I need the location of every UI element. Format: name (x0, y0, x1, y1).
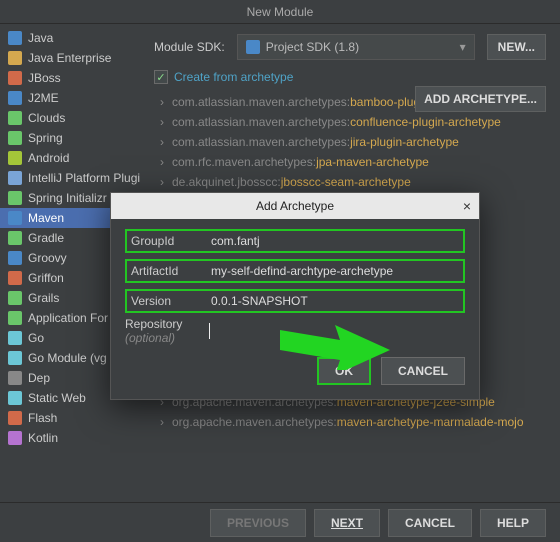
module-type-icon (8, 231, 22, 245)
sidebar-item-kotlin[interactable]: Kotlin (0, 428, 140, 448)
sidebar-item-label: Go Module (vg (28, 351, 107, 365)
archetype-row[interactable]: com.atlassian.maven.archetypes:confluenc… (154, 112, 546, 132)
module-type-icon (8, 291, 22, 305)
sidebar-item-android[interactable]: Android (0, 148, 140, 168)
artifactid-value: my-self-defind-archtype-archetype (211, 264, 459, 278)
archetype-row[interactable]: com.atlassian.maven.archetypes:jira-plug… (154, 132, 546, 152)
sidebar-item-label: Android (28, 151, 69, 165)
close-icon[interactable]: × (463, 198, 471, 214)
sdk-value: Project SDK (1.8) (266, 40, 359, 54)
sidebar-item-intellij-platform-plugin[interactable]: IntelliJ Platform Plugin (0, 168, 140, 188)
help-button[interactable]: HELP (480, 509, 546, 537)
chevron-down-icon: ▾ (460, 40, 466, 54)
sdk-label: Module SDK: (154, 40, 225, 54)
module-type-icon (8, 271, 22, 285)
sidebar-item-label: Spring (28, 131, 63, 145)
dialog-title: Add Archetype (256, 199, 334, 213)
sidebar-item-label: Java Enterprise (28, 51, 111, 65)
repository-field[interactable]: Repository (optional) (125, 319, 465, 343)
create-from-archetype-checkbox[interactable]: ✓ (154, 70, 168, 84)
sidebar-item-label: Maven (28, 211, 64, 225)
sidebar-item-label: Static Web (28, 391, 86, 405)
sidebar-item-jboss[interactable]: JBoss (0, 68, 140, 88)
sidebar-item-java-enterprise[interactable]: Java Enterprise (0, 48, 140, 68)
add-archetype-dialog: Add Archetype × GroupId com.fantj Artifa… (110, 192, 480, 400)
module-type-icon (8, 211, 22, 225)
version-label: Version (131, 294, 211, 308)
module-type-icon (8, 131, 22, 145)
artifactid-label: ArtifactId (131, 264, 211, 278)
archetype-row[interactable]: com.rfc.maven.archetypes:jpa-maven-arche… (154, 152, 546, 172)
dialog-cancel-button[interactable]: CANCEL (381, 357, 465, 385)
checkbox-label: Create from archetype (174, 70, 293, 84)
sidebar-item-label: Gradle (28, 231, 64, 245)
archetype-row[interactable]: org.apache.maven.archetypes:maven-archet… (154, 412, 546, 432)
sidebar-item-java[interactable]: Java (0, 28, 140, 48)
window-title: New Module (0, 0, 560, 24)
version-value: 0.0.1-SNAPSHOT (211, 294, 459, 308)
groupid-label: GroupId (131, 234, 211, 248)
module-type-icon (8, 191, 22, 205)
checkbox-row: ✓ Create from archetype (154, 70, 546, 84)
ok-button[interactable]: OK (317, 357, 371, 385)
archetype-row[interactable]: de.akquinet.jbosscc:jbosscc-seam-archety… (154, 172, 546, 192)
module-type-icon (8, 411, 22, 425)
repository-value (205, 323, 465, 339)
sidebar-item-label: Dep (28, 371, 50, 385)
sidebar-item-label: Grails (28, 291, 59, 305)
sidebar-item-label: JBoss (28, 71, 61, 85)
groupid-field[interactable]: GroupId com.fantj (125, 229, 465, 253)
sidebar-item-label: IntelliJ Platform Plugin (28, 171, 140, 185)
sidebar-item-label: Go (28, 331, 44, 345)
version-field[interactable]: Version 0.0.1-SNAPSHOT (125, 289, 465, 313)
sidebar-item-clouds[interactable]: Clouds (0, 108, 140, 128)
sidebar-item-label: Kotlin (28, 431, 58, 445)
module-type-icon (8, 351, 22, 365)
sidebar-item-j2me[interactable]: J2ME (0, 88, 140, 108)
sidebar-item-label: Clouds (28, 111, 65, 125)
new-sdk-button[interactable]: NEW... (487, 34, 546, 60)
java-icon (246, 40, 260, 54)
sidebar-item-label: Groovy (28, 251, 67, 265)
add-archetype-button[interactable]: ADD ARCHETYPE... (415, 86, 546, 112)
sidebar-item-label: Java (28, 31, 53, 45)
cancel-button[interactable]: CANCEL (388, 509, 472, 537)
module-type-icon (8, 311, 22, 325)
module-type-icon (8, 371, 22, 385)
dialog-buttons: OK CANCEL (125, 357, 465, 385)
sidebar-item-label: Spring Initializr (28, 191, 107, 205)
module-type-icon (8, 391, 22, 405)
sidebar-item-spring[interactable]: Spring (0, 128, 140, 148)
module-type-icon (8, 171, 22, 185)
dialog-title-bar: Add Archetype × (111, 193, 479, 219)
module-type-icon (8, 251, 22, 265)
sidebar-item-label: Application For (28, 311, 108, 325)
module-type-icon (8, 51, 22, 65)
artifactid-field[interactable]: ArtifactId my-self-defind-archtype-arche… (125, 259, 465, 283)
repository-optional-hint: (optional) (125, 331, 175, 345)
module-type-icon (8, 91, 22, 105)
repository-label: Repository (125, 317, 182, 331)
sdk-row: Module SDK: Project SDK (1.8) ▾ NEW... (154, 34, 546, 60)
module-type-icon (8, 331, 22, 345)
sidebar-item-flash[interactable]: Flash (0, 408, 140, 428)
next-button[interactable]: NEXT (314, 509, 380, 537)
sidebar-item-label: Griffon (28, 271, 64, 285)
sidebar-item-label: J2ME (28, 91, 59, 105)
module-type-icon (8, 111, 22, 125)
bottom-bar: PREVIOUS NEXT CANCEL HELP (0, 502, 560, 542)
module-type-icon (8, 431, 22, 445)
dialog-body: GroupId com.fantj ArtifactId my-self-def… (111, 219, 479, 399)
groupid-value: com.fantj (211, 234, 459, 248)
module-type-icon (8, 71, 22, 85)
sdk-dropdown[interactable]: Project SDK (1.8) ▾ (237, 34, 475, 60)
module-type-icon (8, 151, 22, 165)
module-type-icon (8, 31, 22, 45)
previous-button: PREVIOUS (210, 509, 306, 537)
sidebar-item-label: Flash (28, 411, 57, 425)
